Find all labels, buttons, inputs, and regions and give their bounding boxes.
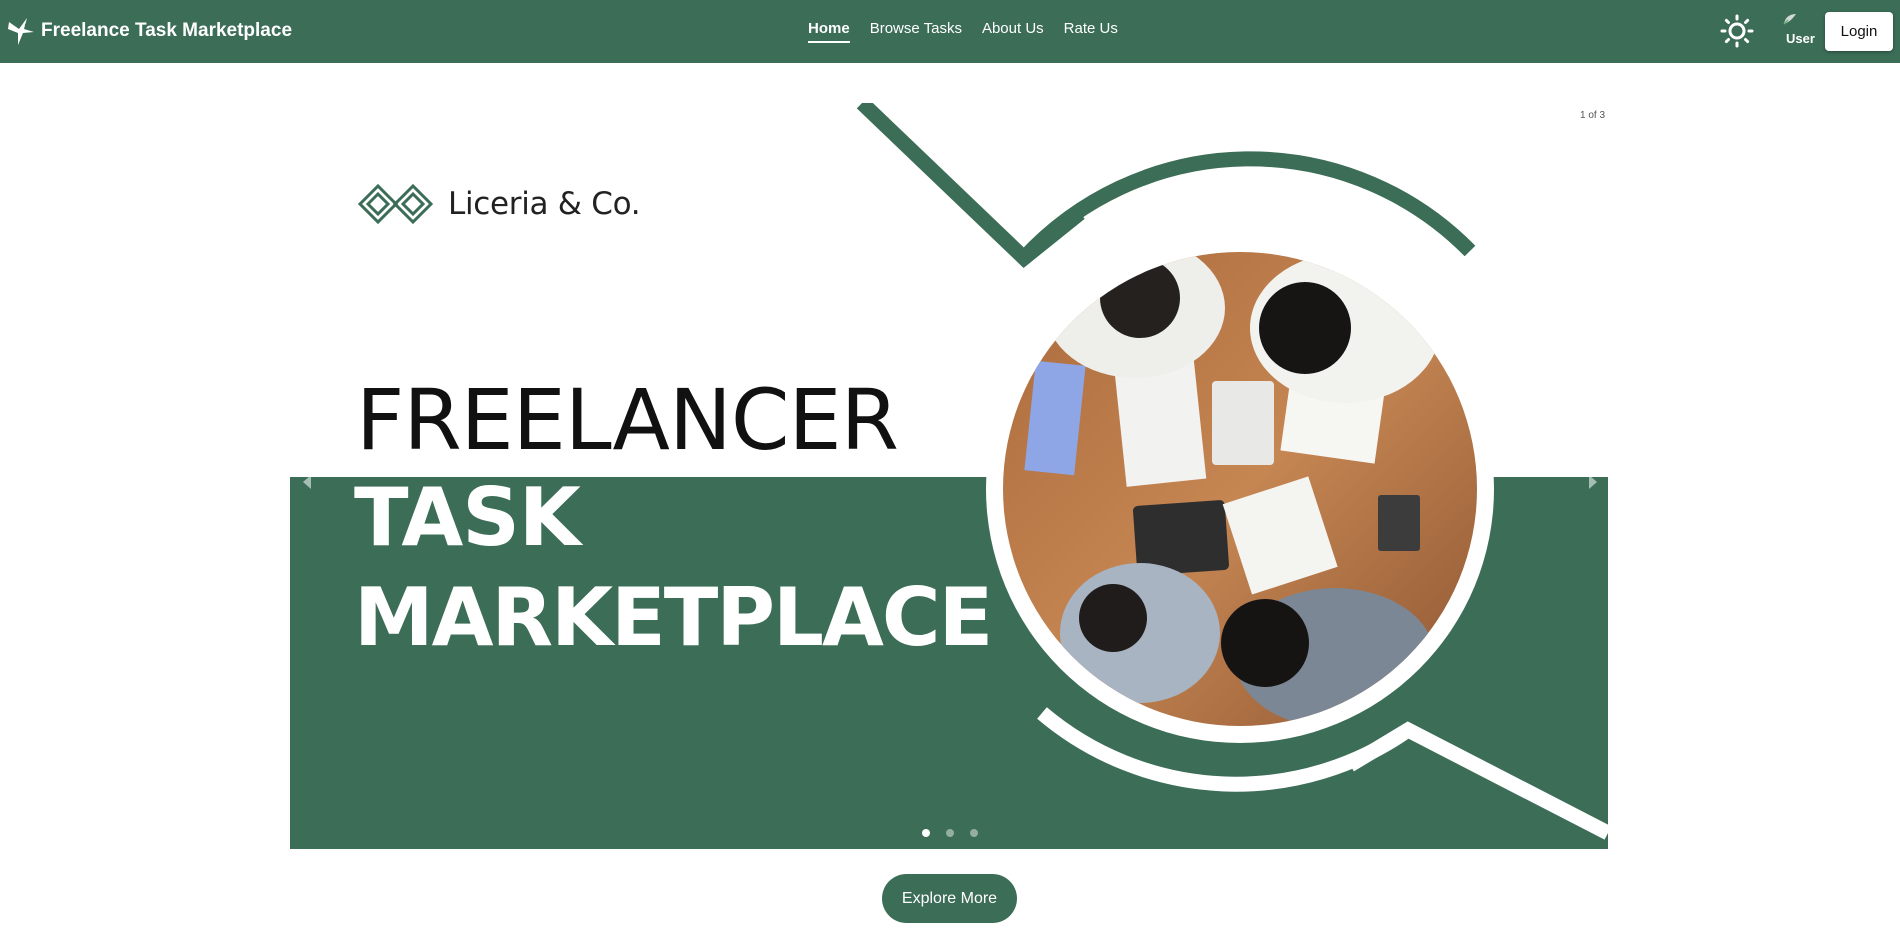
user-avatar-icon (1783, 14, 1796, 25)
company-logo-icon (358, 183, 433, 225)
nav-link-about-us[interactable]: About Us (982, 20, 1044, 41)
top-navbar: Freelance Task Marketplace Home Browse T… (0, 0, 1900, 63)
chevron-left-icon[interactable] (300, 473, 314, 491)
carousel-dot-3[interactable] (970, 829, 978, 837)
explore-more-button[interactable]: Explore More (882, 874, 1017, 923)
slide-counter: 1 of 3 (1580, 110, 1606, 121)
main-nav: Home Browse Tasks About Us Rate Us (808, 20, 1138, 43)
brand-title: Freelance Task Marketplace (41, 20, 293, 41)
sun-icon[interactable] (1720, 14, 1754, 48)
hero-title-line2: TASK (354, 471, 581, 564)
carousel-indicators (922, 829, 994, 837)
hero-title-line3: MARKETPLACE (354, 571, 993, 664)
company-name: Liceria & Co. (448, 186, 641, 222)
nav-link-browse-tasks[interactable]: Browse Tasks (870, 20, 962, 41)
login-button[interactable]: Login (1825, 12, 1893, 51)
hero-title-line1: FREELANCER (356, 371, 899, 469)
carousel-dot-2[interactable] (946, 829, 954, 837)
hero-carousel: 1 of 3 Liceria & Co. FREELANCER TASK MAR… (290, 103, 1608, 849)
hummingbird-logo-icon (8, 18, 34, 45)
nav-link-rate-us[interactable]: Rate Us (1064, 20, 1118, 41)
brand[interactable]: Freelance Task Marketplace (7, 16, 292, 46)
carousel-dot-1[interactable] (922, 829, 930, 837)
chevron-right-icon[interactable] (1586, 473, 1600, 491)
user-label: User (1786, 31, 1815, 46)
user-menu[interactable]: User (1778, 12, 1822, 48)
nav-link-home[interactable]: Home (808, 20, 850, 43)
